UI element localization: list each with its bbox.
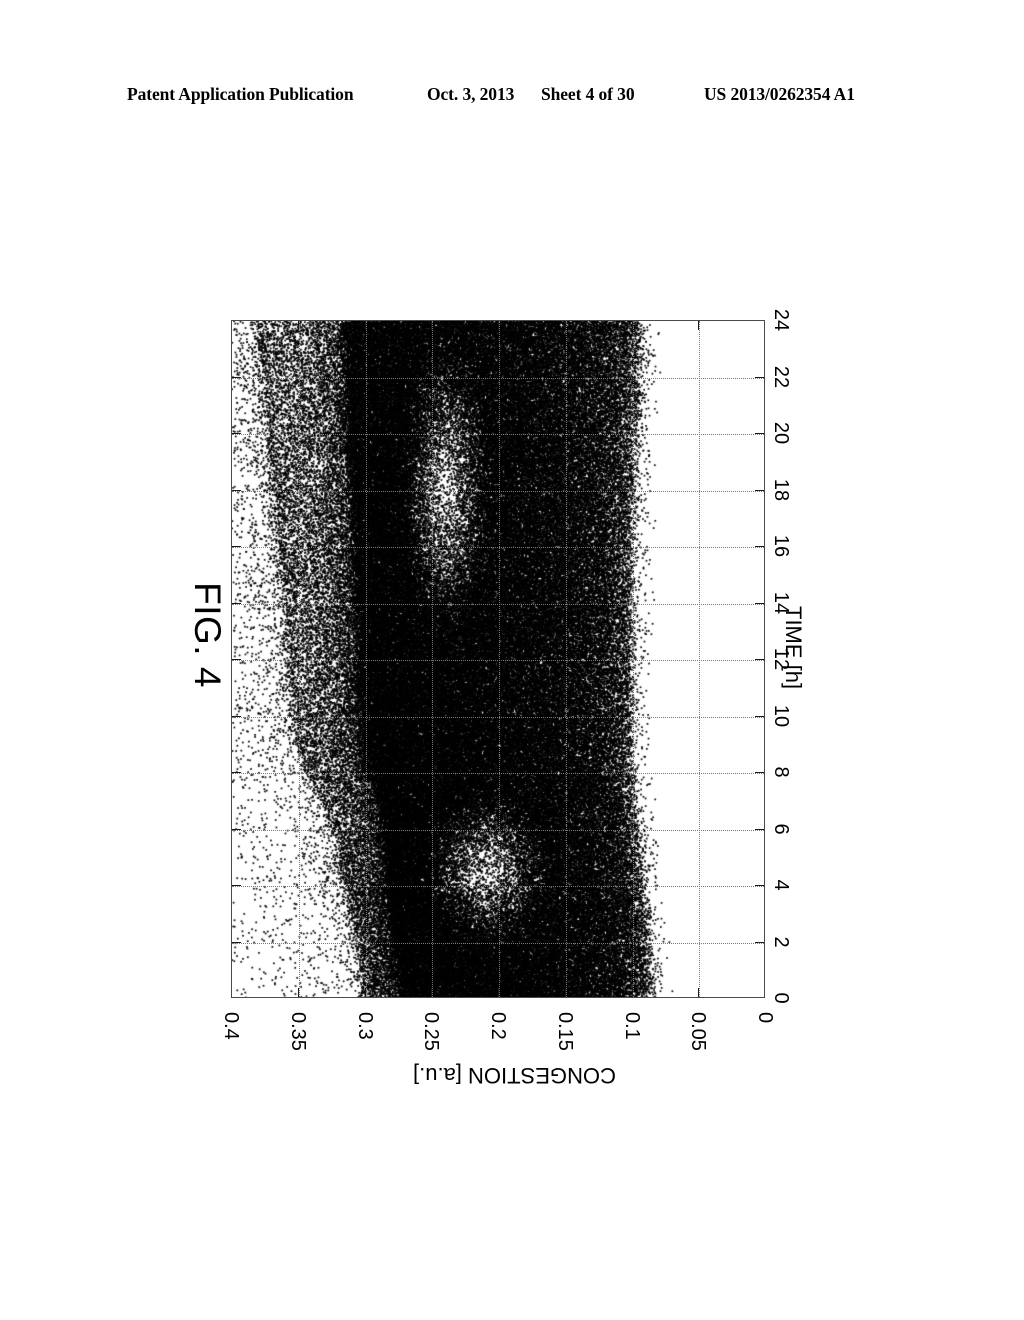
congestion-gridline — [365, 321, 367, 997]
time-tick-mark — [755, 321, 764, 322]
congestion-tick-mark — [631, 321, 633, 330]
time-tick-label: 22 — [770, 365, 792, 388]
time-tick-mark — [755, 546, 764, 548]
time-tick-label: 0 — [770, 992, 792, 1004]
time-tick-mark — [755, 715, 764, 717]
time-gridline — [232, 829, 764, 831]
time-tick-mark — [755, 376, 764, 378]
congestion-tick-label: 0.1 — [620, 1012, 643, 1040]
time-gridline — [232, 660, 764, 661]
congestion-tick-mark — [364, 988, 366, 997]
time-tick-label: 20 — [770, 421, 792, 445]
time-tick-mark — [755, 602, 764, 604]
time-tick-mark — [232, 433, 241, 435]
time-tick-label: 8 — [770, 766, 792, 778]
time-gridline — [232, 547, 764, 548]
time-gridline — [232, 773, 764, 774]
congestion-gridline — [699, 321, 701, 997]
time-tick-mark — [232, 885, 241, 887]
time-gridline — [232, 377, 764, 379]
time-axis-title: TIME [h] — [781, 606, 806, 690]
time-tick-mark — [232, 941, 241, 943]
time-tick-mark — [232, 376, 241, 378]
congestion-tick-mark — [431, 321, 433, 330]
time-gridline — [232, 716, 764, 718]
time-tick-mark — [232, 602, 241, 604]
time-tick-mark — [755, 772, 764, 774]
time-tick-label: 16 — [770, 534, 792, 558]
congestion-tick-mark — [698, 321, 700, 330]
congestion-tick-mark — [498, 321, 500, 330]
time-gridline — [232, 434, 764, 435]
congestion-gridline — [432, 321, 434, 997]
congestion-gridline — [298, 321, 300, 997]
congestion-tick-label: 0.3 — [353, 1012, 376, 1040]
time-tick-mark — [755, 489, 764, 491]
congestion-tick-label: 0.35 — [286, 1012, 309, 1051]
time-gridline — [232, 942, 764, 944]
time-tick-mark — [232, 772, 241, 774]
congestion-gridline — [499, 321, 500, 997]
time-tick-mark — [232, 715, 241, 717]
congestion-tick-label: 0.4 — [220, 1012, 242, 1040]
congestion-tick-mark — [564, 988, 566, 997]
congestion-tick-mark — [232, 321, 233, 330]
time-tick-mark — [232, 546, 241, 548]
scatter-plot-frame — [231, 320, 765, 998]
congestion-tick-mark — [564, 321, 566, 330]
time-tick-mark — [755, 941, 764, 943]
congestion-tick-label: 0.25 — [420, 1012, 443, 1051]
figure-area: FIG. 4 0 2 4 6 8 10 12 14 16 18 20 22 24 0 0.05 0.1 0.1… — [0, 0, 1024, 1320]
time-tick-mark — [755, 885, 764, 887]
congestion-tick-label: 0.15 — [553, 1012, 576, 1051]
congestion-tick-label: 0.2 — [487, 1012, 509, 1040]
congestion-tick-mark — [698, 988, 700, 997]
time-tick-mark — [232, 828, 241, 830]
congestion-tick-mark — [297, 988, 299, 997]
time-tick-mark — [755, 659, 764, 661]
congestion-tick-mark — [498, 988, 500, 997]
time-tick-label: 10 — [770, 704, 792, 727]
congestion-gridline — [565, 321, 567, 997]
congestion-tick-mark — [232, 988, 233, 997]
time-gridline — [232, 490, 764, 492]
time-tick-mark — [755, 828, 764, 830]
congestion-tick-mark — [297, 321, 299, 330]
congestion-gridline — [632, 321, 634, 997]
time-tick-mark — [755, 433, 764, 435]
congestion-tick-label: 0 — [754, 1012, 776, 1024]
time-gridline — [232, 603, 764, 605]
congestion-tick-label: 0.05 — [687, 1012, 710, 1051]
time-tick-mark — [232, 489, 241, 491]
time-tick-label: 6 — [770, 822, 792, 835]
time-tick-mark — [232, 321, 241, 322]
figure-caption: FIG. 4 — [187, 582, 228, 688]
congestion-tick-mark — [631, 988, 633, 997]
time-tick-label: 2 — [770, 935, 792, 948]
time-tick-label: 24 — [770, 308, 792, 332]
congestion-axis-title: CONGESTION [a.u.] — [413, 1063, 616, 1088]
time-tick-label: 18 — [770, 478, 792, 501]
congestion-tick-mark — [431, 988, 433, 997]
time-gridline — [232, 886, 764, 887]
time-tick-mark — [232, 659, 241, 661]
time-tick-label: 4 — [770, 879, 792, 891]
congestion-tick-mark — [364, 321, 366, 330]
